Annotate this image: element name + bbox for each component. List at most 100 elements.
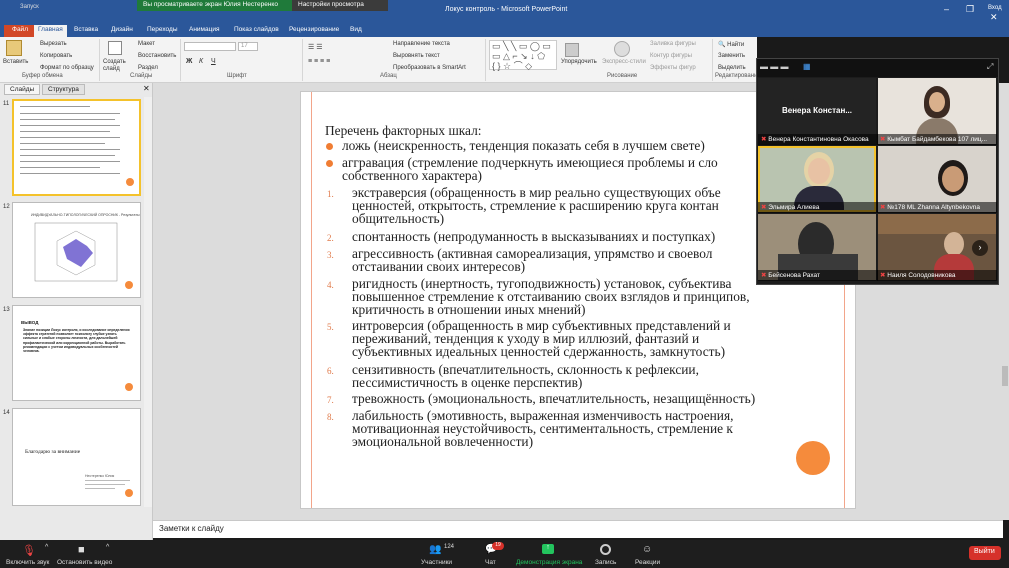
arrange-icon[interactable] [565, 43, 579, 57]
bold-icon[interactable]: Ж [186, 58, 192, 65]
bullet-text: собственного характера) [342, 168, 482, 183]
sign-in[interactable]: Вход [988, 5, 1002, 11]
bullet-dot [326, 143, 333, 150]
leave-button[interactable]: Выйти [969, 546, 1001, 560]
reactions-icon[interactable]: ☺ [642, 544, 656, 556]
share-screen-button[interactable]: Демонстрация экрана [516, 559, 582, 566]
select-button[interactable]: Выделить [718, 65, 746, 71]
cut-button[interactable]: Вырезать [40, 41, 67, 47]
notes-field[interactable]: Заметки к слайду [153, 520, 1003, 538]
slide-thumbnail-11[interactable] [12, 99, 141, 196]
close-icon[interactable]: ✕ [990, 12, 998, 23]
chevron-up-icon[interactable]: ^ [45, 544, 48, 551]
quick-access[interactable]: Запуск [20, 4, 39, 10]
editor-scrollbar[interactable] [1002, 366, 1008, 386]
chat-button[interactable]: Чат [485, 559, 496, 566]
record-button[interactable]: Запись [595, 559, 616, 566]
muted-mic-icon: ✖ [761, 272, 767, 279]
tab-home[interactable]: Главная [34, 25, 67, 37]
chevron-up-icon[interactable]: ^ [106, 544, 109, 551]
thumb-text-line [20, 131, 110, 132]
restore-icon[interactable]: ❐ [966, 4, 974, 15]
participants-icon[interactable]: 👥 [429, 544, 443, 556]
smartart-button[interactable]: Преобразовать в SmartArt [393, 65, 466, 71]
item-number: 5. [327, 322, 334, 332]
shape-fill-button[interactable]: Заливка фигуры [650, 41, 696, 47]
person-face [942, 166, 964, 192]
muted-mic-icon[interactable]: 🎙 [22, 544, 36, 557]
muted-mic-icon: ✖ [880, 272, 886, 279]
tab-transitions[interactable]: Переходы [143, 25, 182, 37]
minimize-icon[interactable]: ▬ ▬ ▬ [760, 62, 788, 71]
thumb-title: Благодарю за внимание [25, 449, 81, 455]
quick-styles-icon[interactable] [614, 41, 630, 57]
bullets-icon[interactable]: ☰ ☰ [308, 43, 323, 51]
reactions-button[interactable]: Реакции [635, 559, 660, 566]
font-family-select[interactable] [184, 42, 236, 51]
minimize-icon[interactable]: – [944, 4, 949, 14]
record-icon[interactable] [600, 544, 611, 555]
tab-slides[interactable]: Слайды [4, 84, 41, 95]
person-face [808, 158, 830, 184]
divider [99, 39, 100, 81]
section-button[interactable]: Раздел [138, 65, 158, 71]
copy-button[interactable]: Копировать [40, 53, 72, 59]
stop-video-button[interactable]: Остановить видео [57, 559, 112, 566]
expand-icon[interactable]: ⤢ [987, 62, 993, 72]
paste-button[interactable]: Вставить [3, 59, 28, 65]
muted-mic-icon: ✖ [880, 204, 886, 211]
align-icons[interactable]: ≡ ≡ ≡ ≡ [308, 58, 330, 65]
participants-count: 124 [444, 544, 455, 550]
close-icon[interactable]: ✕ [143, 84, 150, 93]
replace-button[interactable]: Заменить [718, 53, 745, 59]
slide-thumbnail-12[interactable]: ИНДИВИДУАЛЬНО-ТИПОЛОГИЧЕСКИЙ ОПРОСНИК - … [12, 202, 141, 298]
underline-icon[interactable]: Ч [211, 58, 216, 65]
tab-slideshow[interactable]: Показ слайдов [230, 25, 283, 37]
new-slide-button[interactable]: Создать слайд [103, 59, 127, 73]
thumb-text-line [20, 125, 120, 126]
thumb-text-line [20, 167, 100, 168]
slide-thumbnail-14[interactable]: Благодарю за внимание Нестеренко Юлия [12, 408, 141, 506]
item-text: критичность в отношении иных мнений) [352, 302, 586, 317]
align-text-button[interactable]: Выровнять текст [393, 53, 440, 59]
italic-icon[interactable]: К [199, 58, 203, 65]
participant-name: ✖ Наиля Солодовникова [877, 270, 997, 281]
tab-file[interactable]: Файл [4, 25, 36, 37]
video-gallery[interactable]: ▬ ▬ ▬ ▦ ⤢ Венера Констан... › [756, 58, 999, 285]
participant-name: ✖ Эльмира Алиева [758, 202, 878, 213]
tab-outline[interactable]: Структура [42, 84, 85, 95]
shapes-gallery[interactable]: ▭ ╲ ╲ ▭ ◯ ▭ ▭ △ ⌐ ↘ ↓ ⬠{ } ☆ ⌒ ◇ [489, 40, 557, 71]
quick-styles-button[interactable]: Экспресс-стили [602, 59, 646, 65]
reset-button[interactable]: Восстановить [138, 53, 176, 59]
grid-view-icon[interactable]: ▦ [803, 62, 811, 71]
video-icon[interactable]: ■ [78, 544, 92, 556]
text-direction-button[interactable]: Направление текста [393, 41, 450, 47]
divider [712, 39, 713, 81]
tab-animation[interactable]: Анимация [185, 25, 224, 37]
view-options-button[interactable]: Настройки просмотра [292, 0, 388, 11]
share-screen-icon[interactable]: ↑ [542, 544, 554, 554]
next-page-icon[interactable]: › [972, 240, 988, 256]
find-button[interactable]: 🔍 Найти [718, 41, 744, 48]
tab-review[interactable]: Рецензирование [285, 25, 343, 37]
item-text: спонтанность (непродуманность в высказыв… [352, 229, 716, 244]
font-size-select[interactable]: 17 [238, 42, 258, 51]
shape-outline-button[interactable]: Контур фигуры [650, 53, 692, 59]
unmute-button[interactable]: Включить звук [6, 559, 49, 566]
shape-effects-button[interactable]: Эффекты фигур [650, 65, 696, 71]
tab-insert[interactable]: Вставка [70, 25, 102, 37]
muted-mic-icon: ✖ [761, 204, 767, 211]
participants-button[interactable]: Участники [421, 559, 452, 566]
layout-button[interactable]: Макет [138, 41, 155, 47]
item-text: тревожность (эмоциональность, впечатлите… [352, 391, 756, 406]
tab-view[interactable]: Вид [346, 25, 366, 37]
slide-thumbnail-13[interactable]: ВЫВОД Знание позиции Локус контроля, и и… [12, 305, 141, 401]
arrange-button[interactable]: Упорядочить [561, 59, 597, 65]
panel-scrollbar[interactable] [144, 97, 152, 507]
new-slide-icon[interactable] [108, 41, 122, 55]
participant-name: ✖ Венера Константиновна Окасова [758, 134, 878, 145]
paste-icon[interactable] [6, 40, 22, 56]
bookshelf [878, 214, 996, 234]
format-painter-button[interactable]: Формат по образцу [40, 65, 94, 71]
tab-design[interactable]: Дизайн [107, 25, 137, 37]
